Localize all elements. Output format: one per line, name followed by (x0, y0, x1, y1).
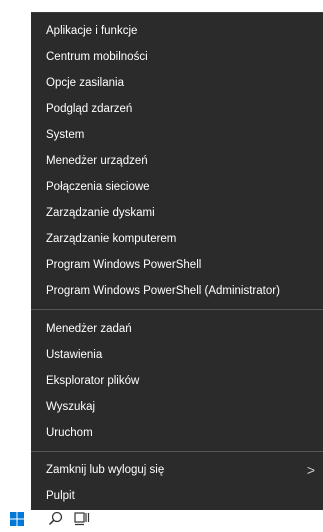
menu-item-label: Menedżer zadań (46, 323, 132, 335)
menu-item-device-manager[interactable]: Menedżer urządzeń (31, 148, 323, 174)
menu-item-system[interactable]: System (31, 122, 323, 148)
menu-item-task-manager[interactable]: Menedżer zadań (31, 316, 323, 342)
menu-separator (31, 451, 323, 452)
menu-item-label: Połączenia sieciowe (46, 181, 150, 193)
menu-item-settings[interactable]: Ustawienia (31, 342, 323, 368)
search-icon[interactable] (48, 511, 64, 532)
menu-item-label: Wyszukaj (46, 401, 96, 413)
menu-item-desktop[interactable]: Pulpit (31, 483, 323, 509)
menu-item-label: System (46, 129, 85, 141)
menu-item-disk-management[interactable]: Zarządzanie dyskami (31, 200, 323, 226)
task-view-icon[interactable] (74, 511, 90, 532)
menu-item-run[interactable]: Uruchom (31, 420, 323, 446)
menu-item-label: Podgląd zdarzeń (46, 103, 133, 115)
windows-start-icon[interactable] (10, 512, 24, 531)
menu-item-label: Pulpit (46, 490, 75, 502)
menu-item-label: Zarządzanie dyskami (46, 207, 155, 219)
menu-item-label: Opcje zasilania (46, 77, 124, 89)
menu-item-label: Program Windows PowerShell (Administrato… (46, 285, 280, 297)
menu-item-mobility-center[interactable]: Centrum mobilności (31, 44, 323, 70)
menu-item-label: Aplikacje i funkcje (46, 25, 138, 37)
menu-item-power-options[interactable]: Opcje zasilania (31, 70, 323, 96)
chevron-right-icon: > (306, 462, 315, 478)
menu-separator (31, 309, 323, 310)
menu-item-label: Zarządzanie komputerem (46, 233, 177, 245)
menu-item-search[interactable]: Wyszukaj (31, 394, 323, 420)
menu-item-shutdown-signout[interactable]: Zamknij lub wyloguj się > (31, 457, 323, 483)
menu-item-label: Centrum mobilności (46, 51, 148, 63)
menu-item-label: Zamknij lub wyloguj się (46, 464, 165, 476)
menu-item-computer-management[interactable]: Zarządzanie komputerem (31, 226, 323, 252)
menu-item-label: Menedżer urządzeń (46, 155, 148, 167)
winx-context-menu: Aplikacje i funkcje Centrum mobilności O… (31, 12, 323, 510)
menu-item-label: Program Windows PowerShell (46, 259, 202, 271)
menu-item-powershell[interactable]: Program Windows PowerShell (31, 252, 323, 278)
menu-item-powershell-admin[interactable]: Program Windows PowerShell (Administrato… (31, 278, 323, 304)
menu-item-apps-features[interactable]: Aplikacje i funkcje (31, 18, 323, 44)
menu-item-network-connections[interactable]: Połączenia sieciowe (31, 174, 323, 200)
menu-item-label: Uruchom (46, 427, 93, 439)
menu-item-label: Ustawienia (46, 349, 103, 361)
menu-item-event-viewer[interactable]: Podgląd zdarzeń (31, 96, 323, 122)
menu-item-label: Eksplorator plików (46, 375, 140, 387)
taskbar (0, 510, 323, 528)
menu-item-file-explorer[interactable]: Eksplorator plików (31, 368, 323, 394)
